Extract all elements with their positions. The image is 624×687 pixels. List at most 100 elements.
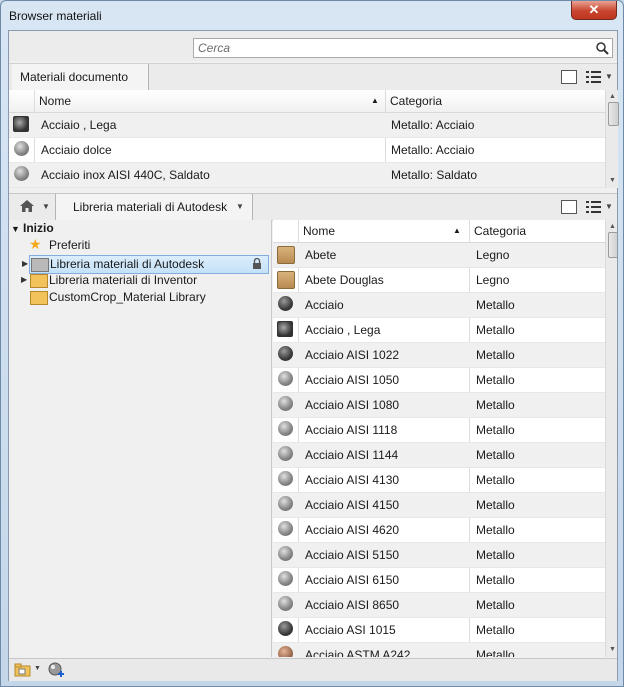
lib-table-scrollbar[interactable]: ▲ ▼ (605, 220, 617, 657)
material-swatch-icon (278, 346, 293, 361)
material-category: Metallo (476, 498, 515, 512)
table-row[interactable]: Abete Douglas Legno (273, 268, 605, 293)
material-category: Metallo (476, 573, 515, 587)
table-row[interactable]: Acciaio , Lega Metallo: Acciaio (9, 113, 605, 138)
table-row[interactable]: Acciaio AISI 1050 Metallo (273, 368, 605, 393)
list-view-icon[interactable] (586, 200, 602, 214)
material-swatch-icon (278, 471, 293, 486)
collapse-arrow-icon[interactable]: ▼ (11, 224, 20, 234)
library-materials-table: Nome ▲ Categoria Abete Legno Abete Douglas… (273, 220, 617, 657)
tree-root-label[interactable]: Inizio (23, 221, 54, 235)
table-row[interactable]: Abete Legno (273, 243, 605, 268)
column-header-category[interactable]: Categoria (474, 224, 526, 238)
material-category: Legno (476, 273, 510, 287)
scroll-down-icon[interactable]: ▼ (608, 645, 617, 654)
material-swatch-icon (13, 116, 29, 132)
table-row[interactable]: Acciaio AISI 5150 Metallo (273, 543, 605, 568)
table-row[interactable]: Acciaio Metallo (273, 293, 605, 318)
client-area: Cerca Materiali documento ▼ Nome ▲ Categ… (8, 30, 619, 681)
crumb-label: Materiali documento (20, 70, 129, 84)
sort-ascending-icon: ▲ (371, 96, 379, 105)
material-name: Abete (305, 248, 337, 262)
material-swatch-icon (278, 546, 293, 561)
document-materials-crumb[interactable]: Materiali documento (12, 64, 149, 90)
material-swatch-icon (278, 296, 293, 311)
list-view-icon[interactable] (586, 70, 602, 84)
folder-icon (30, 291, 48, 305)
lib-table-header: Nome ▲ Categoria (273, 220, 605, 243)
library-menu-dropdown-icon[interactable]: ▼ (34, 665, 41, 672)
tree-item-label: Libreria materiali di Autodesk (50, 257, 205, 271)
material-swatch-icon (277, 321, 293, 337)
sort-ascending-icon: ▲ (453, 226, 461, 235)
scroll-down-icon[interactable]: ▼ (608, 176, 617, 185)
home-dropdown-icon[interactable]: ▼ (42, 202, 50, 211)
bottom-toolbar: ▼ (9, 658, 617, 681)
library-breadcrumb[interactable]: Libreria materiali di Autodesk ▼ (55, 194, 253, 220)
material-name: Acciaio AISI 5150 (305, 548, 400, 562)
view-toggle-icon[interactable] (561, 200, 577, 214)
expand-arrow-icon[interactable]: ▶ (22, 259, 28, 268)
material-name: Acciaio , Lega (41, 118, 117, 132)
material-swatch-icon (278, 421, 293, 436)
table-row[interactable]: Acciaio AISI 1080 Metallo (273, 393, 605, 418)
folder-icon (30, 274, 48, 288)
table-row[interactable]: Acciaio AISI 1118 Metallo (273, 418, 605, 443)
column-header-name[interactable]: Nome (39, 94, 71, 108)
column-header-category[interactable]: Categoria (390, 94, 442, 108)
doc-table-scrollbar[interactable]: ▲ ▼ (605, 90, 619, 188)
open-library-icon[interactable] (14, 663, 32, 677)
scroll-up-icon[interactable]: ▲ (608, 92, 617, 101)
search-input[interactable]: Cerca (193, 38, 613, 58)
table-row[interactable]: Acciaio AISI 4620 Metallo (273, 518, 605, 543)
close-button[interactable]: ✕ (571, 1, 617, 20)
view-dropdown-icon[interactable]: ▼ (605, 72, 613, 81)
title-bar[interactable]: Browser materiali ✕ (1, 1, 623, 29)
tree-item-library[interactable]: ▶ Libreria materiali di Inventor (21, 272, 265, 289)
table-row[interactable]: Acciaio AISI 8650 Metallo (273, 593, 605, 618)
create-material-icon[interactable] (48, 662, 65, 679)
table-row[interactable]: Acciaio AISI 6150 Metallo (273, 568, 605, 593)
material-swatch-icon (14, 141, 29, 156)
material-category: Metallo (476, 448, 515, 462)
material-swatch-icon (278, 396, 293, 411)
scrollbar-thumb[interactable] (608, 232, 617, 258)
view-toggle-icon[interactable] (561, 70, 577, 84)
view-dropdown-icon[interactable]: ▼ (605, 202, 613, 211)
material-category: Metallo (476, 648, 515, 657)
tree-item-label: CustomCrop_Material Library (49, 290, 206, 304)
search-icon[interactable] (595, 41, 609, 55)
table-row[interactable]: Acciaio , Lega Metallo (273, 318, 605, 343)
material-swatch-icon (14, 166, 29, 181)
material-name: Acciaio AISI 4150 (305, 498, 400, 512)
lock-icon (252, 257, 262, 273)
library-dropdown-icon[interactable]: ▼ (236, 202, 244, 211)
search-placeholder: Cerca (198, 41, 231, 55)
material-name: Acciaio , Lega (305, 323, 381, 337)
table-row[interactable]: Acciaio ASTM A242 Metallo (273, 643, 605, 657)
table-row[interactable]: Acciaio AISI 4150 Metallo (273, 493, 605, 518)
expand-arrow-icon[interactable]: ▶ (21, 275, 27, 284)
folder-icon (31, 258, 49, 272)
table-row[interactable]: Acciaio AISI 1022 Metallo (273, 343, 605, 368)
scrollbar-thumb[interactable] (608, 102, 619, 126)
column-header-name[interactable]: Nome (303, 224, 335, 238)
scroll-up-icon[interactable]: ▲ (608, 222, 617, 231)
material-name: Acciaio inox AISI 440C, Saldato (41, 168, 210, 182)
library-crumb-label: Libreria materiali di Autodesk (73, 200, 228, 214)
material-swatch-icon (278, 371, 293, 386)
doc-table-header: Nome ▲ Categoria (9, 90, 605, 113)
table-row[interactable]: Acciaio AISI 1144 Metallo (273, 443, 605, 468)
material-swatch-icon (278, 571, 293, 586)
table-row[interactable]: Acciaio inox AISI 440C, Saldato Metallo: … (9, 163, 605, 188)
tree-item-favorites[interactable]: Preferiti (49, 238, 90, 252)
table-row[interactable]: Acciaio dolce Metallo: Acciaio (9, 138, 605, 163)
table-row[interactable]: Acciaio AISI 4130 Metallo (273, 468, 605, 493)
material-category: Metallo (476, 623, 515, 637)
table-row[interactable]: Acciaio ASI 1015 Metallo (273, 618, 605, 643)
tree-item-library[interactable]: CustomCrop_Material Library (29, 289, 265, 306)
material-category: Metallo: Acciaio (391, 118, 475, 132)
home-icon[interactable] (19, 199, 35, 213)
window-title: Browser materiali (9, 9, 102, 23)
material-name: Acciaio AISI 1022 (305, 348, 400, 362)
